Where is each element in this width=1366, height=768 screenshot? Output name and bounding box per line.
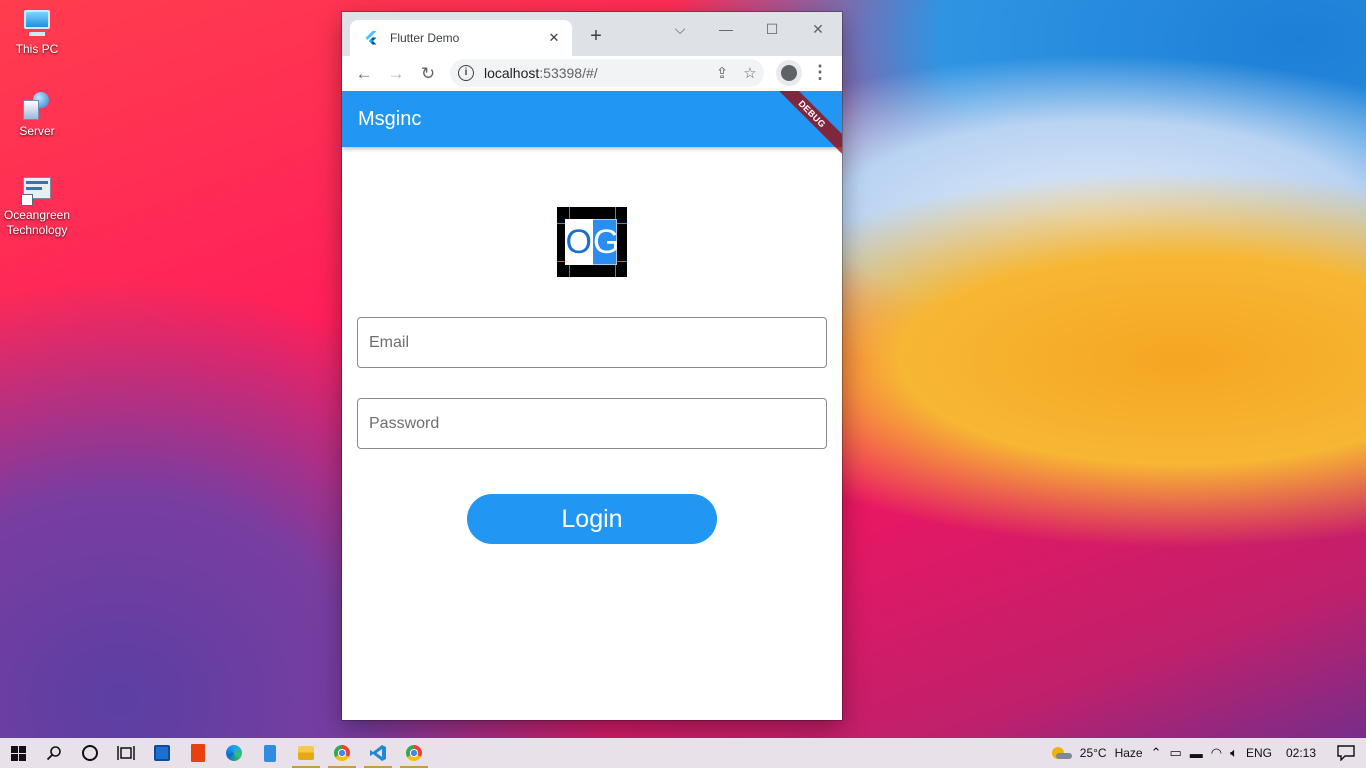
desktop-icon-label: Oceangreen Technology: [3, 208, 71, 237]
task-view-icon: [117, 746, 135, 760]
address-bar[interactable]: i localhost:53398/#/ ⇪ ☆: [450, 59, 764, 87]
close-window-button[interactable]: ✕: [798, 16, 838, 44]
browser-toolbar: ← → ↻ i localhost:53398/#/ ⇪ ☆ ⋮: [342, 56, 842, 91]
app-bar: Msginc DEBUG: [342, 91, 842, 162]
server-shortcut-icon: [21, 90, 53, 122]
back-button[interactable]: ←: [348, 60, 380, 88]
tab-flutter-demo[interactable]: Flutter Demo ✕: [350, 20, 572, 56]
forward-button[interactable]: →: [380, 60, 412, 88]
profile-avatar-icon[interactable]: [776, 60, 802, 86]
tab-strip: Flutter Demo ✕ + ⌵ — ☐ ✕: [342, 12, 842, 56]
chrome-icon: [334, 745, 350, 761]
minimize-button[interactable]: —: [706, 16, 746, 44]
flutter-logo-icon: [364, 31, 378, 45]
reload-button[interactable]: ↻: [412, 60, 444, 88]
task-view-button[interactable]: [108, 738, 144, 768]
weather-haze-icon[interactable]: [1050, 745, 1072, 761]
url-text[interactable]: localhost:53398/#/: [484, 65, 708, 81]
og-logo: OG: [557, 207, 627, 277]
desktop-icon-oceangreen[interactable]: Oceangreen Technology: [0, 174, 74, 238]
weather-condition[interactable]: Haze: [1115, 746, 1143, 760]
search-button[interactable]: [36, 738, 72, 768]
notifications-button[interactable]: [1326, 738, 1366, 768]
cortana-button[interactable]: [72, 738, 108, 768]
store-icon: [154, 745, 170, 761]
oceangreen-shortcut-icon: [21, 174, 53, 206]
chevron-up-icon[interactable]: ⌃: [1151, 745, 1162, 761]
tab-search-icon[interactable]: ⌵: [660, 16, 700, 44]
clock[interactable]: 02:13: [1286, 746, 1316, 760]
taskbar: 25°C Haze ⌃ ▭ ▬ ◠ 🔈︎ ENG 02:13: [0, 738, 1366, 768]
email-field[interactable]: [357, 317, 827, 368]
system-tray: 25°C Haze ⌃ ▭ ▬ ◠ 🔈︎ ENG 02:13: [1042, 738, 1366, 768]
login-button[interactable]: Login: [467, 494, 717, 544]
desktop-icon-server[interactable]: Server: [0, 90, 74, 139]
desktop-icon-this-pc[interactable]: This PC: [0, 8, 74, 57]
file-explorer-app[interactable]: [288, 738, 324, 768]
windows-logo-icon: [10, 745, 26, 761]
volume-icon[interactable]: 🔈︎: [1230, 745, 1238, 761]
notification-icon: [1337, 745, 1355, 761]
office-app[interactable]: [180, 738, 216, 768]
meet-now-icon[interactable]: ▭: [1170, 745, 1182, 761]
browser-menu-icon[interactable]: ⋮: [808, 59, 832, 87]
wifi-icon[interactable]: ◠: [1211, 745, 1222, 761]
chrome-app[interactable]: [324, 738, 360, 768]
this-pc-icon: [21, 8, 53, 40]
desktop-icon-label: Server: [19, 124, 55, 138]
weather-temperature[interactable]: 25°C: [1080, 746, 1107, 760]
maximize-button[interactable]: ☐: [752, 16, 792, 44]
url-host: localhost: [484, 65, 540, 81]
close-tab-icon[interactable]: ✕: [546, 30, 562, 46]
notepad-icon: [264, 744, 276, 762]
search-icon: [46, 746, 61, 761]
logo-letter-o: O: [564, 219, 593, 265]
cortana-icon: [82, 745, 98, 761]
vscode-icon: [370, 745, 386, 761]
chrome-icon: [406, 745, 422, 761]
store-app[interactable]: [144, 738, 180, 768]
url-path: :53398/#/: [539, 65, 598, 81]
vscode-app[interactable]: [360, 738, 396, 768]
logo-letter-g: G: [593, 223, 620, 261]
app-title: Msginc: [358, 107, 422, 130]
start-button[interactable]: [0, 738, 36, 768]
app-viewport: Msginc DEBUG OG Login: [342, 91, 842, 720]
desktop-icon-label: This PC: [15, 42, 59, 56]
chrome-app-2[interactable]: [396, 738, 432, 768]
share-icon[interactable]: ⇪: [708, 59, 736, 87]
edge-app[interactable]: [216, 738, 252, 768]
debug-banner: DEBUG: [764, 91, 842, 162]
site-info-icon[interactable]: i: [458, 65, 474, 81]
password-field[interactable]: [357, 398, 827, 449]
language-indicator[interactable]: ENG: [1246, 746, 1272, 760]
battery-icon[interactable]: ▬: [1190, 746, 1203, 761]
browser-window: Flutter Demo ✕ + ⌵ — ☐ ✕ ← → ↻ i localho…: [342, 12, 842, 720]
notepad-app[interactable]: [252, 738, 288, 768]
folder-icon: [298, 746, 314, 760]
tab-title: Flutter Demo: [390, 31, 460, 45]
bookmark-star-icon[interactable]: ☆: [736, 59, 764, 87]
office-icon: [191, 744, 205, 762]
edge-icon: [226, 745, 242, 761]
new-tab-button[interactable]: +: [584, 25, 608, 49]
